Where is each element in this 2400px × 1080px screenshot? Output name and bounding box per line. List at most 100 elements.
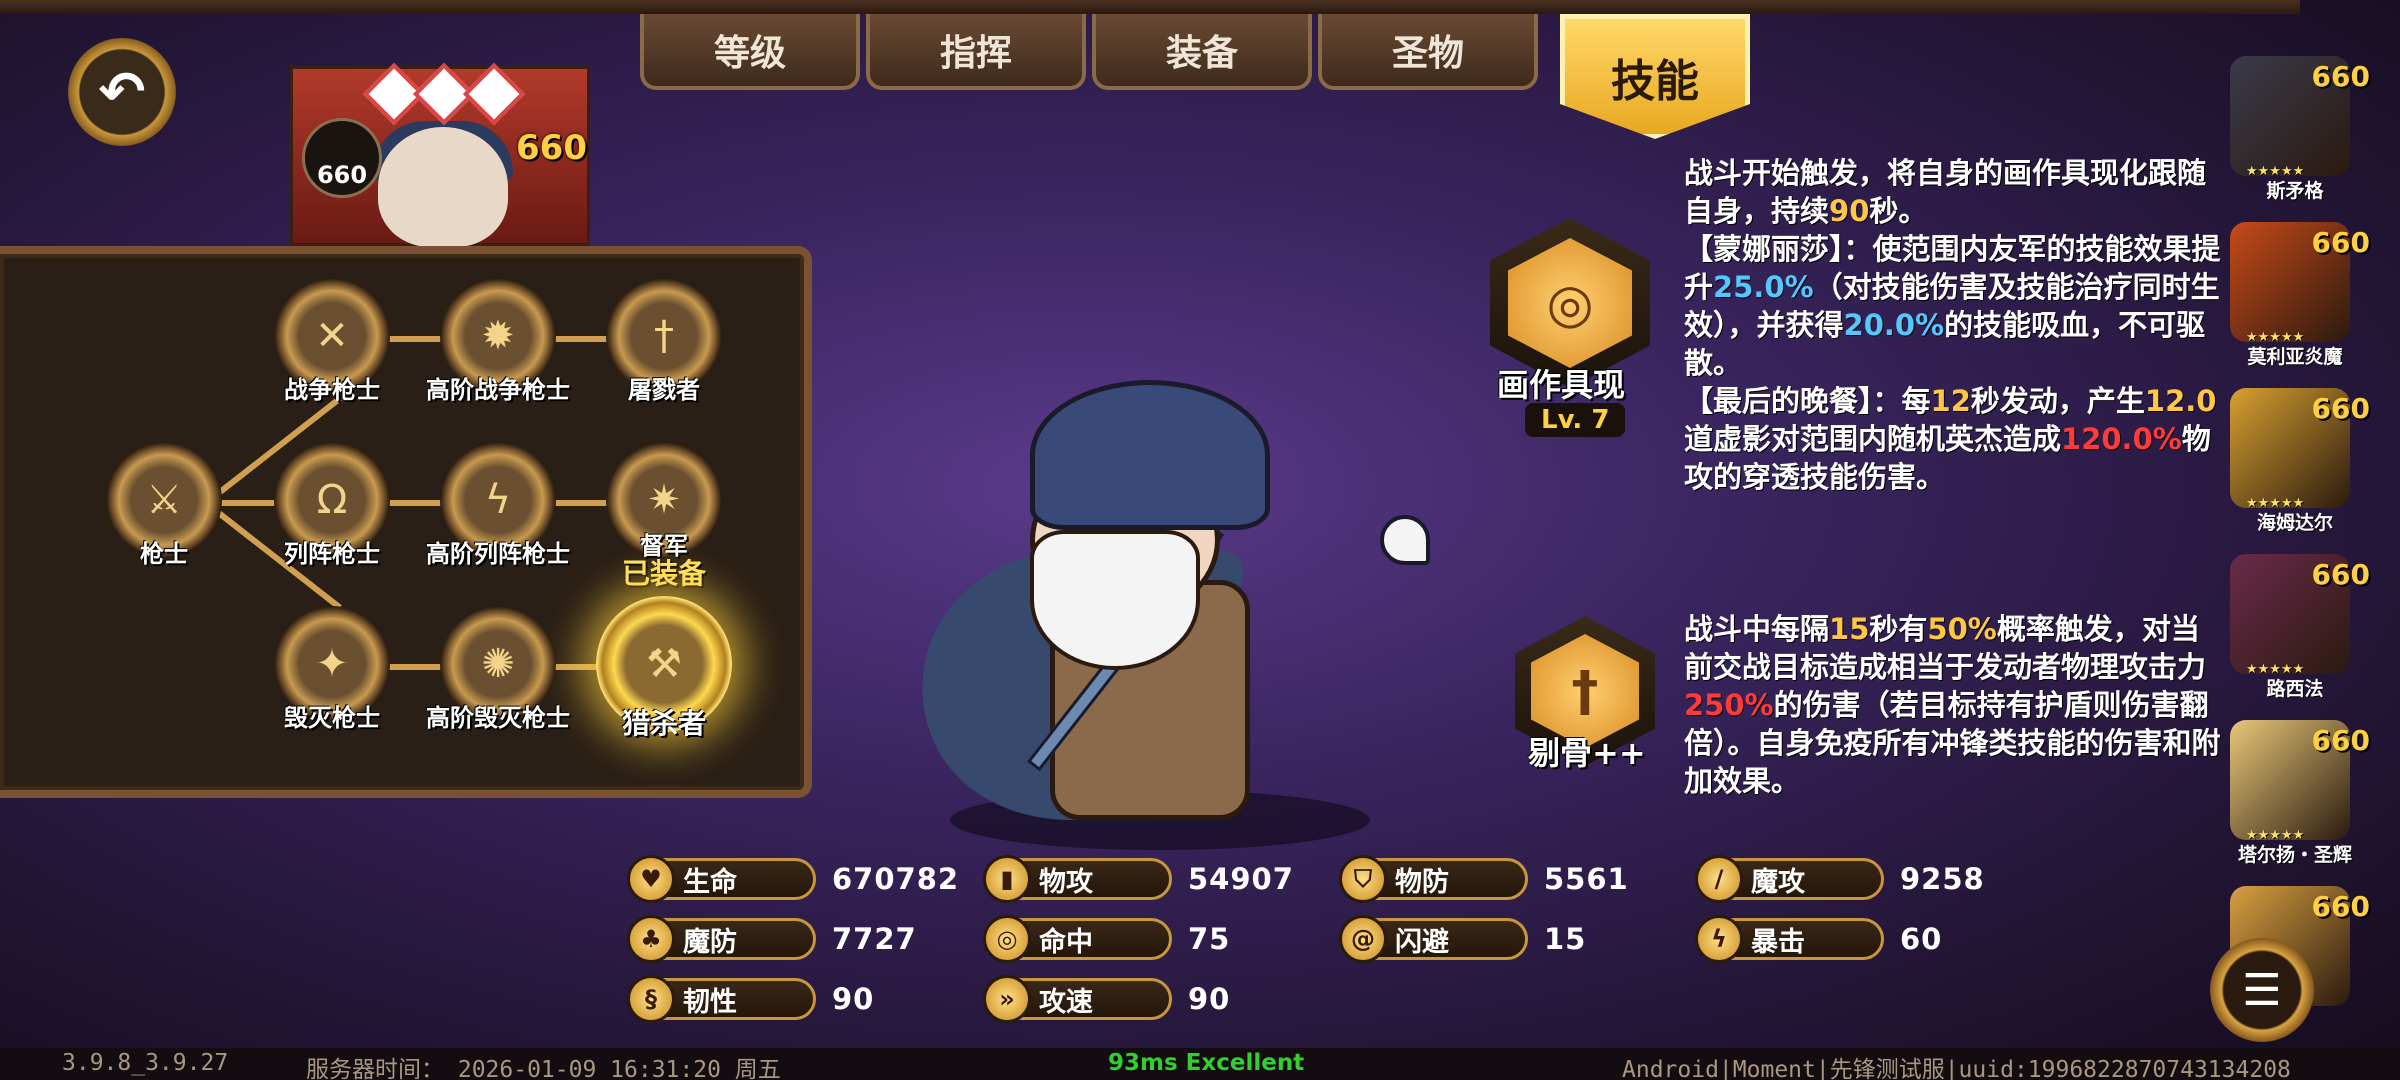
desc-segment: 战斗开始触发，将自身的画作具现化跟随自身，持续 — [1684, 156, 2207, 228]
portrait-face — [378, 127, 508, 247]
stat-label: 攻速 — [1039, 986, 1093, 1018]
hero-level: 660 — [2311, 890, 2370, 923]
hero-name: 海姆达尔 — [2256, 512, 2333, 534]
node-label: 屠戮者 — [628, 376, 700, 404]
hero-level: 660 — [2311, 392, 2370, 425]
skill-1-level: Lv. 7 — [1525, 403, 1626, 437]
back-button[interactable]: ↶ — [68, 38, 176, 146]
swirl-painting-icon: ◎ — [1508, 238, 1632, 368]
clover-icon: ♣ — [627, 915, 675, 963]
stat-label: 生命 — [683, 866, 737, 898]
hero-level: 660 — [2311, 558, 2370, 591]
server-time: 服务器时间： 2026-01-09 16:31:20 周五 — [306, 1057, 781, 1080]
skill-2-name: 剔骨++ — [1528, 734, 1646, 772]
skill-1-name: 画作具现 — [1497, 366, 1626, 404]
stat-phys-atk: ▮ 物攻 54907 — [983, 855, 1340, 903]
skill-2-description: 战斗中每隔15秒有50%概率触发，对当前交战目标造成相当于发动者物理攻击力250… — [1684, 610, 2228, 800]
rank-diamond-icon — [462, 62, 526, 126]
dna-icon: § — [627, 975, 675, 1023]
stat-value: 60 — [1900, 922, 1943, 956]
stat-label: 暴击 — [1751, 926, 1805, 958]
stat-magic-def: ♣ 魔防 7727 — [627, 915, 984, 963]
roster-hero-card[interactable]: 660 ★★★★★ 海姆达尔 — [2220, 380, 2370, 542]
tab-relic[interactable]: 圣物 — [1318, 14, 1538, 90]
desc-segment: 90 — [1829, 194, 1870, 228]
desc-segment: 15 — [1829, 612, 1870, 646]
roster-hero-card[interactable]: 660 ★★★★★ 莫利亚炎魔 — [2220, 214, 2370, 376]
device-info: Android|Moment|先锋测试服|uuid:19968228707431… — [1622, 1057, 2291, 1080]
roster-hero-card[interactable]: 660 ★★★★★ 塔尔扬・圣辉 — [2220, 712, 2370, 874]
vortex-icon: ✺ — [481, 641, 515, 687]
tab-level[interactable]: 等级 — [640, 14, 860, 90]
speed-sword-icon: » — [983, 975, 1031, 1023]
stat-value: 670782 — [832, 862, 960, 896]
portrait-level-left: 660 — [316, 161, 368, 189]
spear-icon: ⚔ — [146, 477, 182, 523]
desc-segment: 战斗中每隔 — [1684, 612, 1830, 646]
hamburger-icon: ☰ — [2242, 964, 2282, 1016]
roster-hero-card[interactable]: 660 ★★★★★ 路西法 — [2220, 546, 2370, 708]
stat-value: 90 — [832, 982, 875, 1016]
stat-label: 闪避 — [1395, 926, 1449, 958]
shield-icon: ⛉ — [1339, 855, 1387, 903]
hero-figure — [880, 380, 1440, 850]
hero-hat — [1030, 380, 1270, 530]
stat-label: 命中 — [1039, 926, 1093, 958]
desc-segment: 12 — [1930, 384, 1971, 418]
sun-emblem-icon: ✹ — [481, 313, 515, 359]
skill-1-description: 战斗开始触发，将自身的画作具现化跟随自身，持续90秒。 【蒙娜丽莎】：使范围内友军… — [1684, 154, 2228, 496]
desc-segment: 秒发动，产生 — [1970, 384, 2145, 418]
desc-segment: 50% — [1927, 612, 1997, 646]
stat-value: 7727 — [832, 922, 917, 956]
staff-icon: / — [1695, 855, 1743, 903]
stat-value: 5561 — [1544, 862, 1629, 896]
tab-bar: 等级 指挥 装备 圣物 — [640, 14, 1538, 90]
portrait-level-right: 660 — [516, 128, 587, 168]
stat-value: 75 — [1188, 922, 1231, 956]
star-burst-icon: ✷ — [647, 477, 681, 523]
back-arrow-icon: ↶ — [98, 59, 146, 125]
sword-icon: ▮ — [983, 855, 1031, 903]
stats-grid: ♥ 生命 670782 ▮ 物攻 54907 ⛉ 物防 5561 /魔攻 9258 ♣ 魔防 77… — [627, 855, 2052, 1023]
ping-status: 93ms Excellent — [1108, 1050, 1305, 1076]
version-text: 3.9.8_3.9.27 — [62, 1050, 229, 1076]
stat-value: 15 — [1544, 922, 1587, 956]
hero-roster: 660 ★★★★★ 斯矛格 660 ★★★★★ 莫利亚炎魔 660 ★★★★★ 海姆达尔 660 ★… — [2220, 48, 2380, 1044]
desc-segment: 秒。 — [1869, 194, 1928, 228]
hero-level: 660 — [2311, 226, 2370, 259]
node-label: 猎杀者 — [621, 707, 706, 740]
double-axe-icon: ⚒ — [646, 641, 682, 687]
hero-name: 塔尔扬・圣辉 — [2237, 844, 2352, 866]
tab-equipment[interactable]: 装备 — [1092, 14, 1312, 90]
desc-segment: 12.0 — [2144, 384, 2217, 418]
tab-command[interactable]: 指挥 — [866, 14, 1086, 90]
target-icon: ◎ — [983, 915, 1031, 963]
hero-brush-tip — [1380, 515, 1430, 565]
skill-tree-panel: ⚔ 枪士 ✕ 战争枪士 ✹ 高阶战争枪士 † 屠戮者 Ω 列阵枪士 ϟ 高阶列阵… — [0, 246, 812, 798]
swirl-icon: @ — [1339, 915, 1387, 963]
stat-value: 54907 — [1188, 862, 1294, 896]
rank-diamonds — [362, 62, 526, 126]
hero-name: 路西法 — [2266, 678, 2324, 700]
desc-segment: 道虚影对范围内随机英杰造成 — [1684, 422, 2062, 456]
stat-crit: ϟ 暴击 60 — [1695, 915, 2052, 963]
portrait-spear-badge: 660 — [302, 118, 382, 198]
stat-phys-def: ⛉ 物防 5561 — [1339, 855, 1696, 903]
desc-segment: 【最后的晚餐】：每 — [1684, 384, 1931, 418]
stat-label: 物防 — [1395, 866, 1449, 898]
horns-icon: Ω — [316, 477, 348, 523]
stat-label: 魔防 — [683, 926, 737, 958]
stat-value: 90 — [1188, 982, 1231, 1016]
stat-dodge: @ 闪避 15 — [1339, 915, 1696, 963]
hero-name: 斯矛格 — [2266, 180, 2324, 202]
desc-segment: 20.0% — [1843, 308, 1945, 342]
dagger-icon: † — [654, 313, 674, 359]
desc-segment: 120.0% — [2061, 422, 2182, 456]
bolt-icon: ϟ — [484, 477, 512, 523]
heart-icon: ♥ — [627, 855, 675, 903]
four-blades-icon: ✦ — [315, 641, 349, 687]
stat-label: 魔攻 — [1751, 866, 1805, 898]
roster-hero-card[interactable]: 660 ★★★★★ 斯矛格 — [2220, 48, 2370, 210]
hero-level: 660 — [2311, 60, 2370, 93]
menu-button[interactable]: ☰ — [2210, 938, 2314, 1042]
